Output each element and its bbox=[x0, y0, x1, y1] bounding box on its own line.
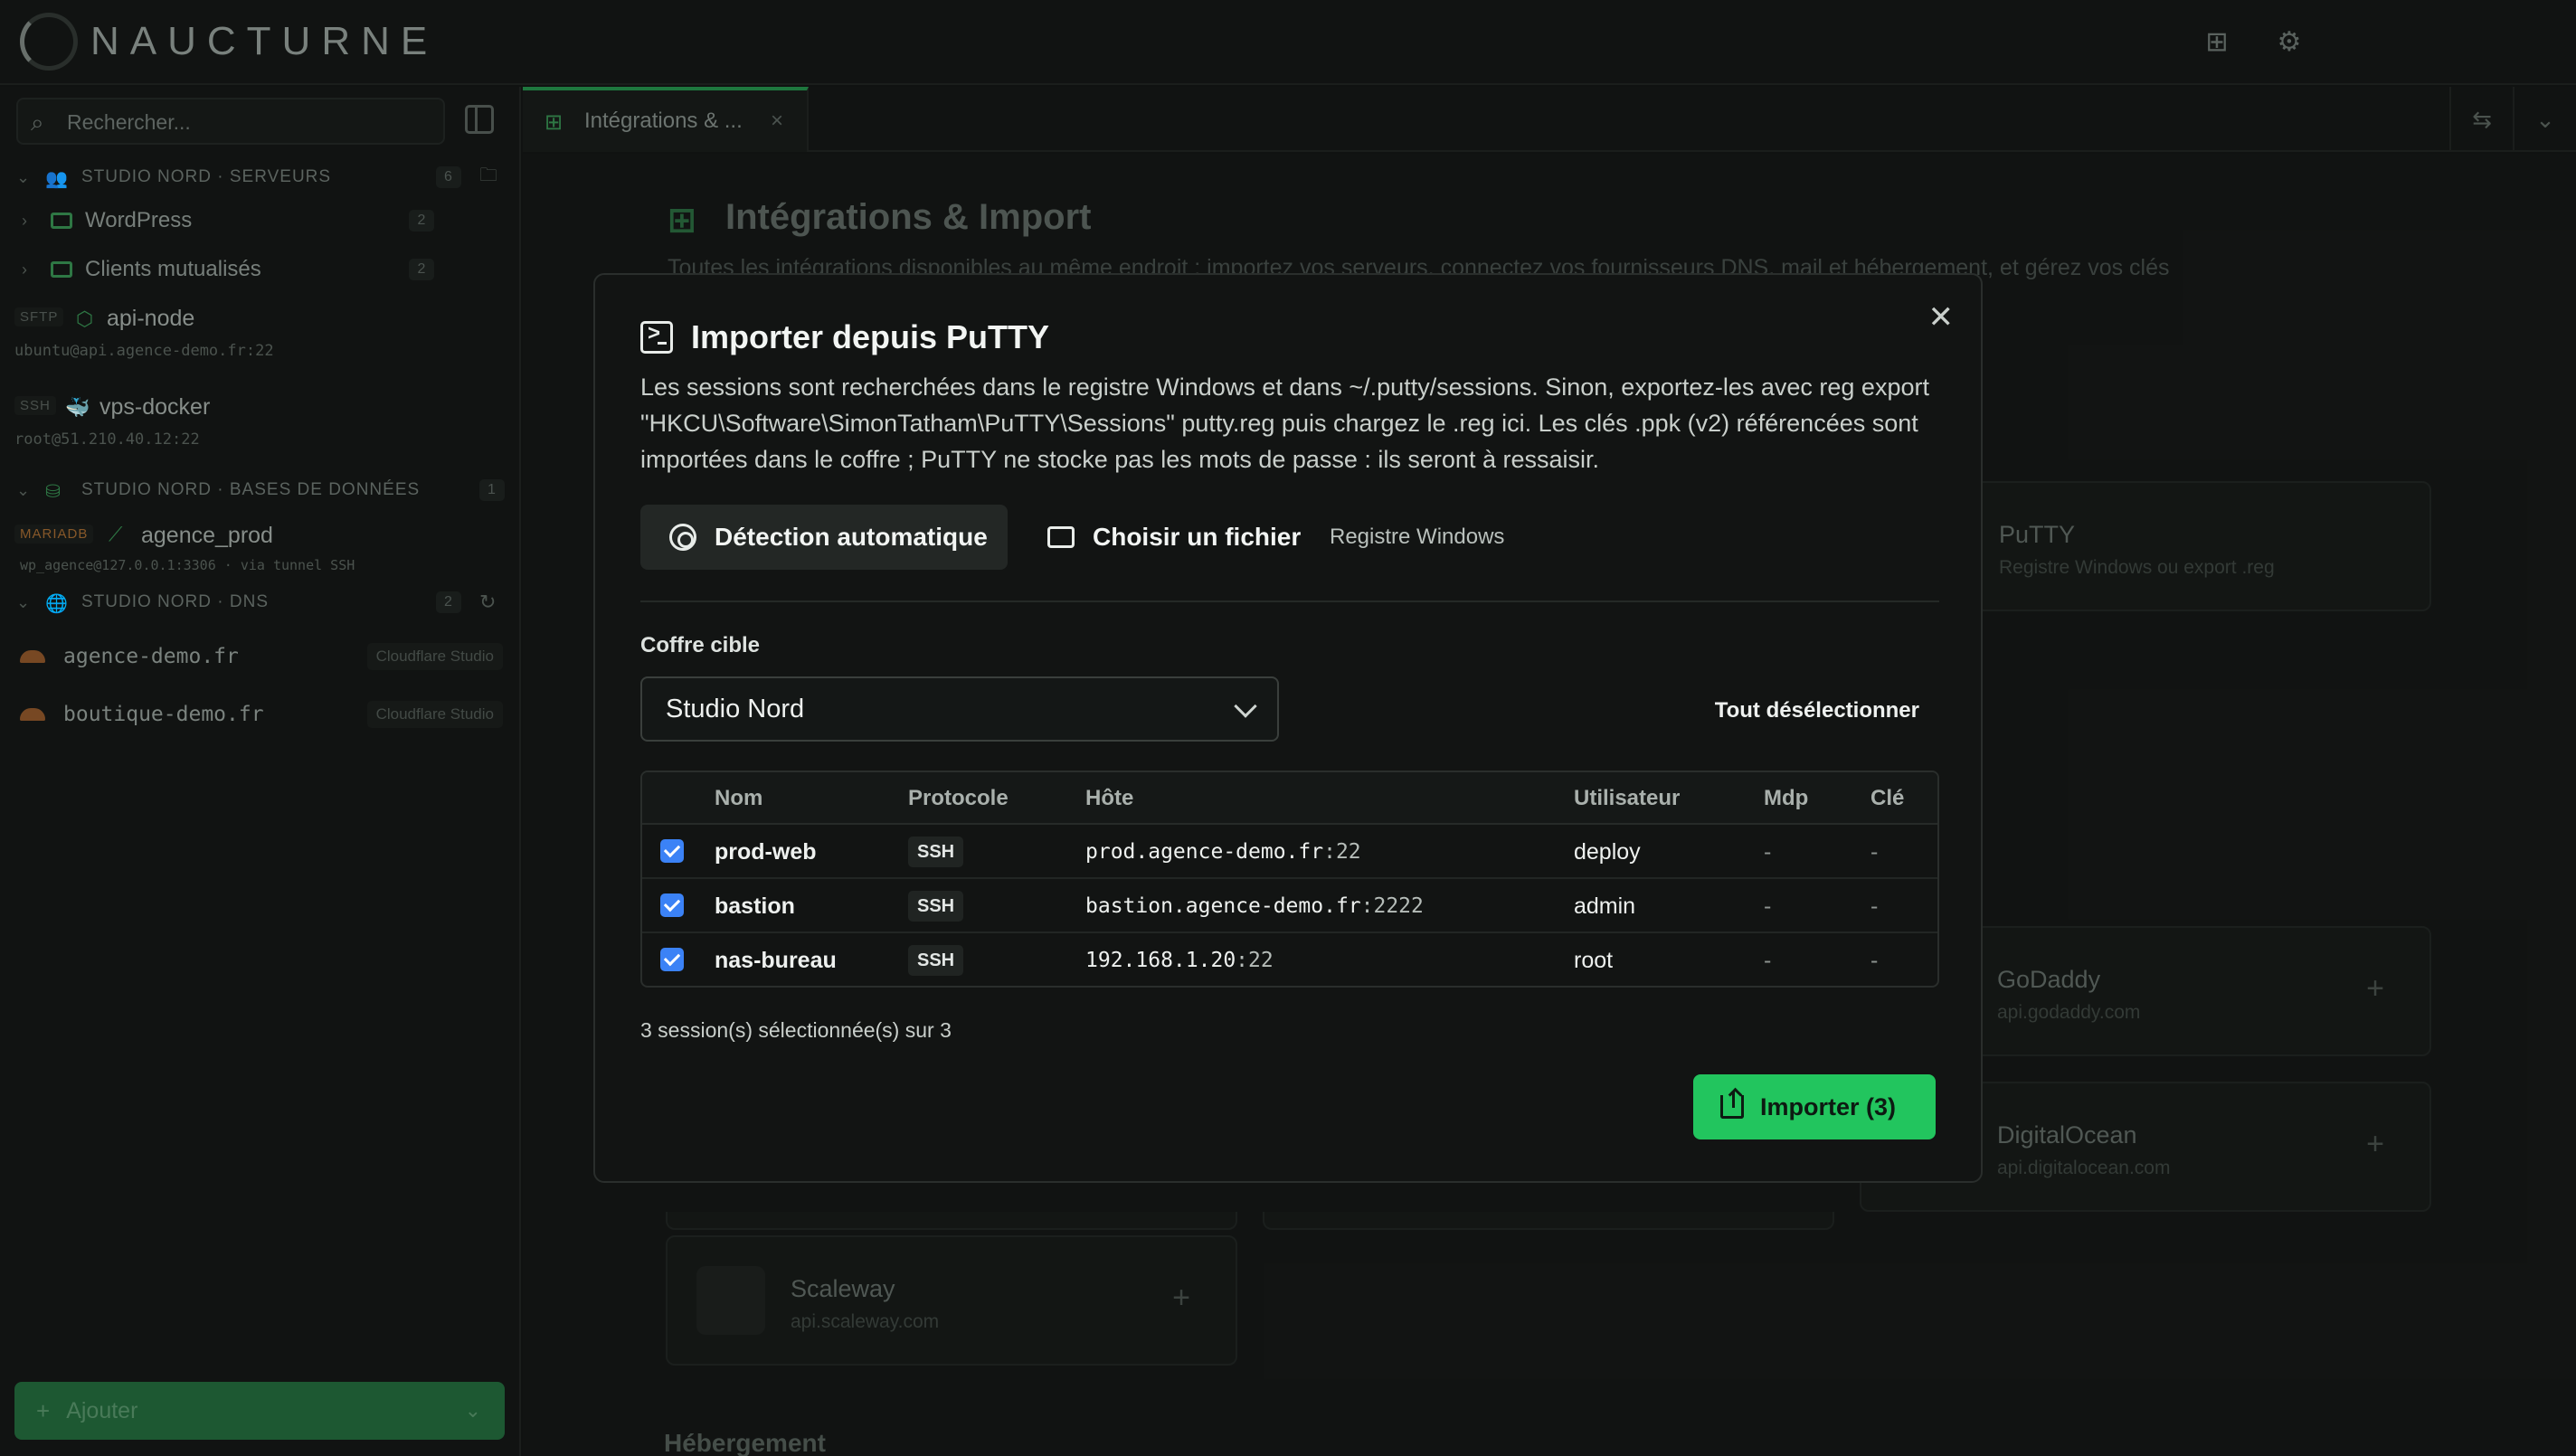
import-label: Importer (3) bbox=[1760, 1092, 1897, 1120]
session-key: - bbox=[1870, 893, 1879, 919]
session-name: nas-bureau bbox=[715, 948, 837, 973]
folder-icon bbox=[1047, 526, 1075, 548]
putty-import-dialog: ✕ Importer depuis PuTTY Les sessions son… bbox=[593, 273, 1983, 1183]
chevron-down-icon bbox=[1234, 695, 1257, 718]
table-header: Nom Protocole Hôte Utilisateur Mdp Clé bbox=[642, 772, 1937, 825]
session-key: - bbox=[1870, 948, 1879, 973]
sessions-table: Nom Protocole Hôte Utilisateur Mdp Clé p… bbox=[640, 771, 1939, 988]
session-password: - bbox=[1764, 948, 1772, 973]
auto-detect-button[interactable]: Détection automatique bbox=[640, 505, 1008, 570]
windows-registry-button[interactable]: Registre Windows bbox=[1330, 505, 1504, 570]
dialog-title-text: Importer depuis PuTTY bbox=[691, 318, 1050, 355]
deselect-all-button[interactable]: Tout désélectionner bbox=[1715, 698, 1919, 723]
protocol-badge: SSH bbox=[908, 891, 964, 922]
radar-icon bbox=[669, 524, 696, 551]
upload-icon bbox=[1720, 1092, 1744, 1119]
close-icon[interactable]: ✕ bbox=[1928, 302, 1955, 333]
session-user: deploy bbox=[1574, 839, 1641, 865]
protocol-badge: SSH bbox=[908, 837, 964, 867]
terminal-icon bbox=[640, 321, 673, 354]
col-name: Nom bbox=[715, 786, 763, 810]
session-user: admin bbox=[1574, 893, 1636, 919]
table-row[interactable]: bastion SSH bastion.agence-demo.fr:2222 … bbox=[642, 879, 1937, 933]
row-checkbox[interactable] bbox=[660, 839, 684, 863]
choose-file-label: Choisir un fichier bbox=[1093, 523, 1302, 551]
vault-value: Studio Nord bbox=[666, 694, 805, 723]
import-button[interactable]: Importer (3) bbox=[1693, 1074, 1936, 1139]
protocol-badge: SSH bbox=[908, 945, 964, 976]
session-host: prod.agence-demo.fr:22 bbox=[1085, 840, 1361, 864]
col-host: Hôte bbox=[1085, 786, 1134, 810]
session-host: bastion.agence-demo.fr:2222 bbox=[1085, 894, 1424, 918]
col-password: Mdp bbox=[1764, 786, 1809, 810]
session-host: 192.168.1.20:22 bbox=[1085, 949, 1274, 972]
session-password: - bbox=[1764, 893, 1772, 919]
session-name: bastion bbox=[715, 893, 795, 919]
row-checkbox[interactable] bbox=[660, 948, 684, 971]
session-name: prod-web bbox=[715, 839, 817, 865]
vault-label: Coffre cible bbox=[640, 633, 761, 657]
col-protocol: Protocole bbox=[908, 786, 1009, 810]
selection-status: 3 session(s) sélectionnée(s) sur 3 bbox=[640, 1018, 952, 1042]
col-key: Clé bbox=[1870, 786, 1905, 810]
divider bbox=[640, 600, 1939, 602]
choose-file-button[interactable]: Choisir un fichier bbox=[1047, 505, 1301, 570]
auto-detect-label: Détection automatique bbox=[715, 523, 988, 551]
dialog-description: Les sessions sont recherchées dans le re… bbox=[640, 373, 1929, 473]
session-password: - bbox=[1764, 839, 1772, 865]
session-user: root bbox=[1574, 948, 1614, 973]
table-row[interactable]: nas-bureau SSH 192.168.1.20:22 root - - bbox=[642, 933, 1937, 986]
table-row[interactable]: prod-web SSH prod.agence-demo.fr:22 depl… bbox=[642, 825, 1937, 879]
row-checkbox[interactable] bbox=[660, 893, 684, 917]
dialog-title: Importer depuis PuTTY bbox=[640, 318, 1049, 356]
session-key: - bbox=[1870, 839, 1879, 865]
col-user: Utilisateur bbox=[1574, 786, 1681, 810]
vault-select[interactable]: Studio Nord bbox=[640, 676, 1279, 742]
